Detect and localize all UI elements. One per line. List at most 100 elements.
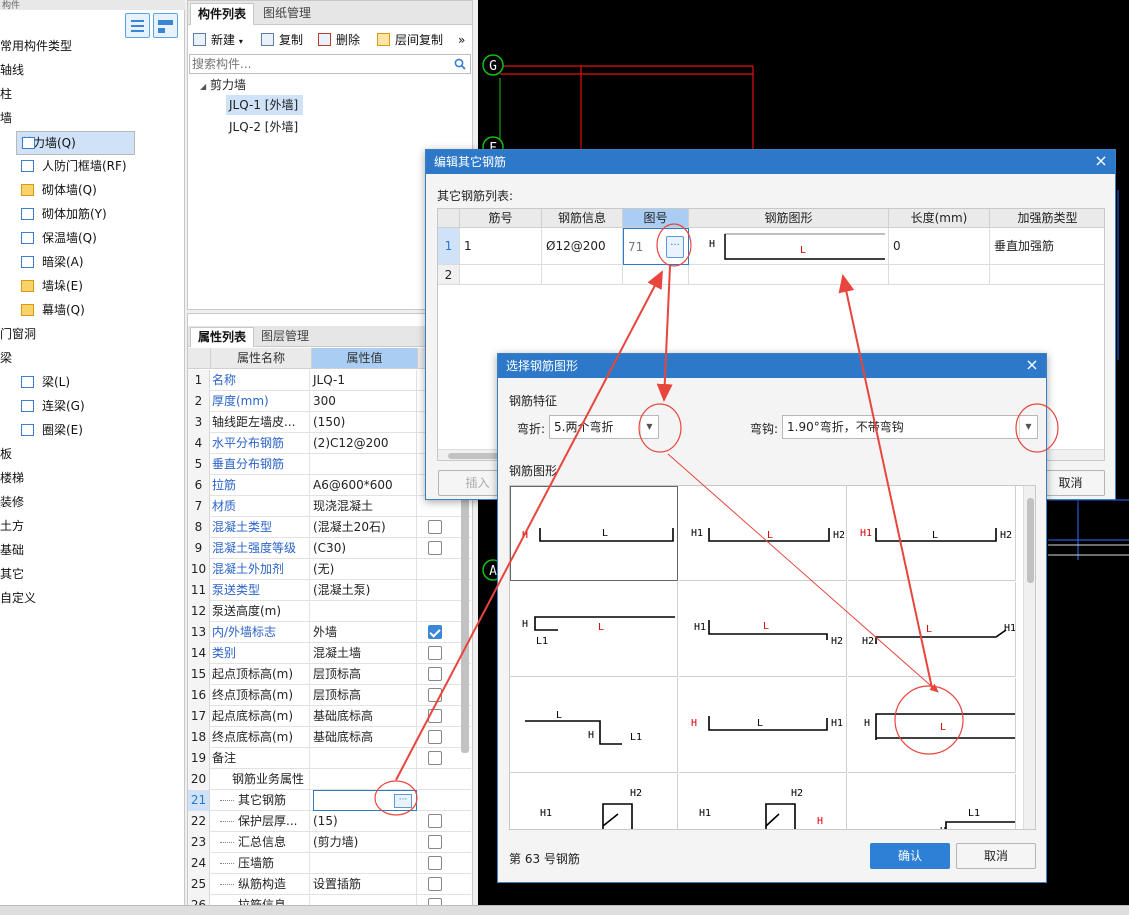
tree-category[interactable]: 常用构件类型 [0, 35, 72, 57]
rebar-shape-option[interactable]: H1 L H2 [679, 582, 847, 677]
property-row[interactable]: 14 类别 混凝土墙 [188, 643, 471, 664]
property-value[interactable]: 基础底标高 [313, 706, 417, 727]
attach-checkbox[interactable] [428, 520, 442, 534]
select-cancel-button[interactable]: 取消 [956, 843, 1036, 869]
property-value[interactable]: 300 [313, 391, 417, 412]
property-value[interactable]: ··· [313, 790, 417, 811]
rebar-shape-option[interactable]: H2 L H1 [848, 582, 1016, 677]
property-row[interactable]: 24 压墙筋 [188, 853, 471, 874]
cell-strengthen-type[interactable] [990, 265, 1104, 285]
cell-bar-no[interactable] [460, 265, 542, 285]
tree-category[interactable]: 门窗洞 [0, 323, 36, 345]
property-value[interactable] [313, 769, 417, 790]
tree-category[interactable]: 柱 [0, 83, 12, 105]
tab-layer-management[interactable]: 图层管理 [254, 327, 316, 347]
property-value[interactable]: (2)C12@200 [313, 433, 417, 454]
tree-category[interactable]: 装修 [0, 491, 24, 513]
rebar-shape-option[interactable]: H1 L H2 [679, 486, 847, 581]
grid-view-icon[interactable] [153, 13, 178, 38]
property-value[interactable] [313, 853, 417, 874]
property-value[interactable]: 设置插筋 [313, 874, 417, 895]
property-row[interactable]: −20钢筋业务属性 [188, 769, 471, 790]
property-value[interactable]: 层顶标高 [313, 685, 417, 706]
property-value[interactable]: (无) [313, 559, 417, 580]
rebar-shape-option[interactable]: H1 H2 [510, 774, 678, 829]
property-value[interactable]: (混凝土泵) [313, 580, 417, 601]
property-value[interactable]: 现浇混凝土 [313, 496, 417, 517]
property-row[interactable]: 17 起点底标高(m) 基础底标高 [188, 706, 471, 727]
tree-category[interactable]: 墙 [0, 107, 12, 129]
cell-bar-no[interactable]: 1 [460, 228, 542, 265]
tree-item[interactable]: 梁(L) [16, 371, 135, 393]
property-row[interactable]: 13 内/外墙标志 外墙 [188, 622, 471, 643]
other-rebar-ellipsis-button[interactable]: ··· [394, 794, 412, 808]
cell-length[interactable] [889, 265, 990, 285]
search-input[interactable] [190, 55, 440, 73]
list-view-icon[interactable] [125, 13, 150, 38]
tree-category[interactable]: 自定义 [0, 587, 36, 609]
cell-length[interactable]: 0 [889, 228, 990, 265]
new-button[interactable]: 新建 ▾ [193, 30, 243, 50]
tab-property-list[interactable]: 属性列表 [190, 327, 255, 347]
tree-category[interactable]: 板 [0, 443, 12, 465]
attach-checkbox[interactable] [428, 877, 442, 891]
cell-bar-info[interactable] [542, 265, 623, 285]
cell-figure-no[interactable]: 71 ··· [623, 228, 689, 265]
property-value[interactable]: (15) [313, 811, 417, 832]
rebar-shape-option[interactable]: H1 H2 H [679, 774, 847, 829]
tree-item[interactable]: 砌体加筋(Y) [16, 203, 135, 225]
more-button[interactable]: » [458, 30, 465, 50]
hook-select[interactable]: 1.90°弯折，不带弯钩 ▼ [782, 415, 1038, 439]
select-dialog-close-icon[interactable]: × [1024, 354, 1040, 378]
property-row[interactable]: 23 汇总信息 (剪力墙) [188, 832, 471, 853]
property-value[interactable]: 混凝土墙 [313, 643, 417, 664]
tree-item[interactable]: 人防门框墙(RF) [16, 155, 135, 177]
attach-checkbox[interactable] [428, 751, 442, 765]
property-value[interactable]: A6@600*600 [313, 475, 417, 496]
tree-item[interactable]: 幕墙(Q) [16, 299, 135, 321]
property-row[interactable]: 15 起点顶标高(m) 层顶标高 [188, 664, 471, 685]
attach-checkbox[interactable] [428, 730, 442, 744]
tab-component-list[interactable]: 构件列表 [190, 3, 255, 25]
property-value[interactable]: JLQ-1 [313, 370, 417, 391]
property-row[interactable]: 11 泵送类型 (混凝土泵) [188, 580, 471, 601]
rebar-shape-option[interactable]: HL [510, 486, 678, 581]
tree-category[interactable]: 梁 [0, 347, 12, 369]
cell-strengthen-type[interactable]: 垂直加强筋 [990, 228, 1104, 265]
tree-category[interactable]: 其它 [0, 563, 24, 585]
tree-category[interactable]: 基础 [0, 539, 24, 561]
attach-checkbox[interactable] [428, 688, 442, 702]
rebar-shape-option[interactable]: H L L1 [510, 582, 678, 677]
property-row[interactable]: 12 泵送高度(m) [188, 601, 471, 622]
floor-copy-button[interactable]: 层间复制 [377, 30, 443, 50]
property-value[interactable]: (C30) [313, 538, 417, 559]
tree-category[interactable]: 土方 [0, 515, 24, 537]
property-value[interactable]: (混凝土20石) [313, 517, 417, 538]
attach-checkbox[interactable] [428, 625, 442, 639]
attach-checkbox[interactable] [428, 646, 442, 660]
property-row[interactable]: 16 终点顶标高(m) 层顶标高 [188, 685, 471, 706]
property-row[interactable]: 21 其它钢筋 ··· [188, 790, 471, 811]
figure-ellipsis-button[interactable]: ··· [666, 236, 684, 258]
confirm-button[interactable]: 确认 [870, 843, 950, 869]
search-icon[interactable] [454, 58, 466, 70]
property-value[interactable]: 外墙 [313, 622, 417, 643]
attach-checkbox[interactable] [428, 709, 442, 723]
tree-category[interactable]: 楼梯 [0, 467, 24, 489]
tree-root[interactable]: ◢ 剪力墙 [200, 77, 246, 95]
property-row[interactable]: 10 混凝土外加剂 (无) [188, 559, 471, 580]
gallery-scroll-thumb[interactable] [1027, 498, 1034, 583]
tree-category[interactable]: 轴线 [0, 59, 24, 81]
component-item-jlq1[interactable]: JLQ-1 [外墙] [226, 95, 303, 115]
cell-bar-info[interactable]: Ø12@200 [542, 228, 623, 265]
property-row[interactable]: 19 备注 [188, 748, 471, 769]
property-row[interactable]: 22 保护层厚... (15) [188, 811, 471, 832]
rebar-shape-option[interactable]: L1 H [848, 774, 1016, 829]
attach-checkbox[interactable] [428, 835, 442, 849]
property-value[interactable] [313, 748, 417, 769]
bend-select[interactable]: 5.两个弯折 ▼ [549, 415, 659, 439]
property-row[interactable]: 18 终点底标高(m) 基础底标高 [188, 727, 471, 748]
property-value[interactable] [313, 454, 417, 475]
property-value[interactable]: (150) [313, 412, 417, 433]
copy-button[interactable]: 复制 [261, 30, 303, 50]
